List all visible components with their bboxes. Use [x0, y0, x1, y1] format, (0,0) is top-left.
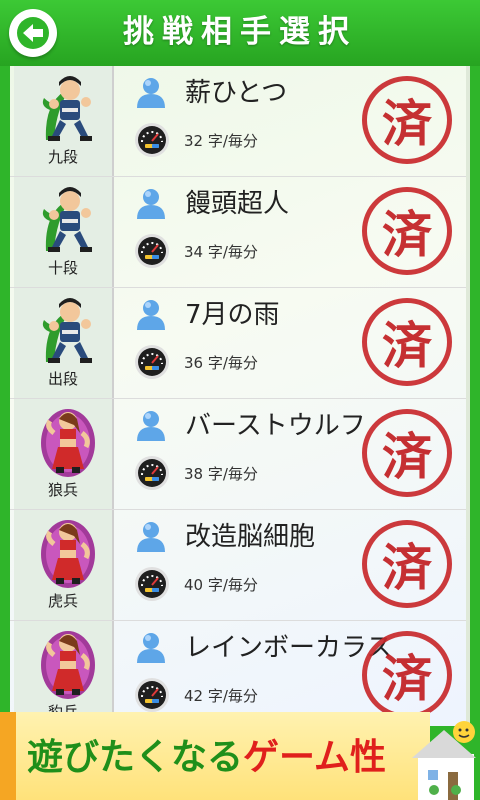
ninja-avatar-icon [40, 181, 96, 257]
stamp-text: 済 [382, 316, 432, 375]
completed-stamp: 済 [362, 520, 454, 610]
completed-stamp: 済 [362, 187, 454, 277]
user-icon [135, 76, 167, 108]
avatar-cell: 十段 [14, 177, 114, 287]
user-icon [135, 631, 167, 663]
user-icon [135, 187, 167, 219]
stamp-text: 済 [382, 427, 432, 486]
opponent-name: バーストウルフ [185, 411, 366, 441]
header-bar: 挑戦相手選択 [0, 0, 480, 66]
rank-label: 出段 [47, 370, 78, 388]
speedometer-icon [134, 233, 170, 269]
rank-label: 十段 [47, 259, 78, 277]
opponent-name: 7月の雨 [185, 300, 280, 330]
user-icon [135, 520, 167, 552]
opponent-row[interactable]: 出段 7月の雨 36 字/毎分 済 [10, 288, 470, 399]
kunoichi-avatar-icon [40, 625, 96, 701]
opponent-row[interactable]: 虎兵 改造脳細胞 40 字/毎分 済 [10, 510, 470, 621]
completed-stamp: 済 [362, 76, 454, 166]
scrollbar[interactable] [466, 66, 470, 726]
opponent-name: 薪ひとつ [185, 78, 288, 108]
user-icon [135, 409, 167, 441]
ninja-avatar-icon [40, 292, 96, 368]
opponent-name: 改造脳細胞 [185, 522, 316, 552]
typing-speed: 42 字/毎分 [184, 687, 258, 705]
speedometer-icon [134, 344, 170, 380]
speedometer-icon [134, 455, 170, 491]
rank-label: 虎兵 [47, 592, 78, 610]
rank-label: 狼兵 [47, 481, 78, 499]
banner-accent [0, 712, 16, 800]
typing-speed: 36 字/毎分 [184, 354, 258, 372]
opponent-list[interactable]: 九段 薪ひとつ 32 字/毎分済十段 饅頭超人 34 字/毎分済出段 7月の雨 36 字/毎… [10, 66, 470, 726]
completed-stamp: 済 [362, 631, 454, 721]
completed-stamp: 済 [362, 298, 454, 388]
rank-label: 九段 [47, 148, 78, 166]
kunoichi-avatar-icon [40, 403, 96, 479]
stamp-text: 済 [382, 94, 432, 153]
typing-speed: 34 字/毎分 [184, 243, 258, 261]
ninja-avatar-icon [40, 70, 96, 146]
page-title: 挑戦相手選択 [123, 14, 357, 50]
kunoichi-avatar-icon [40, 514, 96, 590]
typing-speed: 38 字/毎分 [184, 465, 258, 483]
avatar-cell: 豹兵 [14, 621, 114, 726]
speedometer-icon [134, 122, 170, 158]
banner-text-green: 遊びたくなる [27, 737, 244, 778]
avatar-cell: 狼兵 [14, 399, 114, 509]
avatar-cell: 出段 [14, 288, 114, 398]
house-illustration-icon [412, 721, 476, 800]
speedometer-icon [134, 566, 170, 602]
opponent-row[interactable]: 豹兵レインボーカラス42 字/毎分済 [10, 621, 470, 726]
opponent-row[interactable]: 九段 薪ひとつ 32 字/毎分 済 [10, 66, 470, 177]
back-arrow-icon [17, 17, 49, 49]
stamp-text: 済 [382, 205, 432, 264]
stamp-text: 済 [382, 538, 432, 597]
opponent-name: 饅頭超人 [185, 189, 290, 219]
opponent-row[interactable]: 狼兵 バーストウルフ 38 字/毎分 済 [10, 399, 470, 510]
avatar-cell: 九段 [14, 66, 114, 176]
banner-text-red: ゲーム [243, 737, 350, 778]
banner-text-tail: 性 [349, 737, 386, 778]
avatar-cell: 虎兵 [14, 510, 114, 620]
completed-stamp: 済 [362, 409, 454, 499]
opponent-row[interactable]: 十段 饅頭超人 34 字/毎分 済 [10, 177, 470, 288]
typing-speed: 32 字/毎分 [184, 132, 258, 150]
back-button[interactable] [9, 9, 57, 57]
stamp-text: 済 [382, 649, 432, 708]
speedometer-icon [134, 677, 170, 713]
user-icon [135, 298, 167, 330]
banner-text: 遊びたくなるゲーム性 [27, 728, 386, 780]
typing-speed: 40 字/毎分 [184, 576, 258, 594]
